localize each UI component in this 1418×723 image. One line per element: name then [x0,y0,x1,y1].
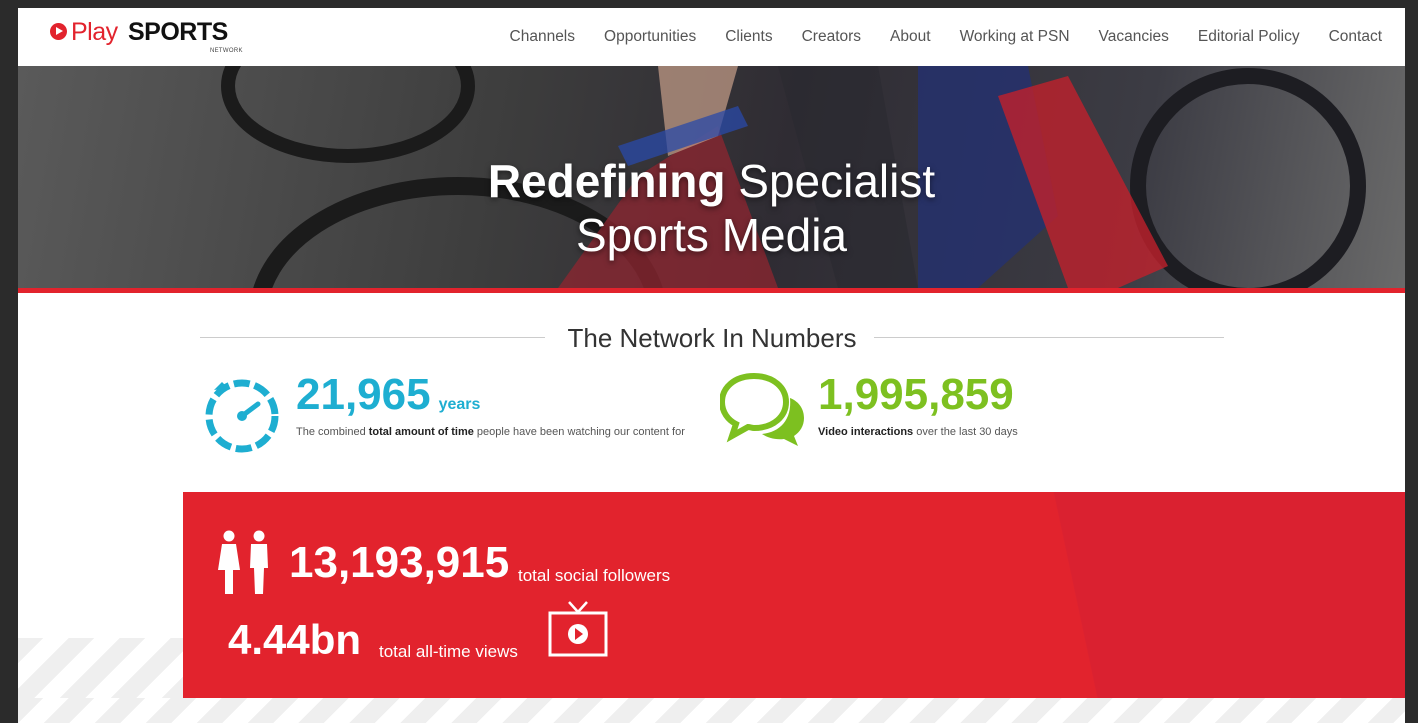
logo[interactable]: Play SPORTS NETWORK [48,18,242,58]
nav-creators[interactable]: Creators [802,28,861,46]
hero-title-light-1: Specialist [738,155,936,207]
views-value: 4.44bn [228,616,362,663]
nav-opportunities[interactable]: Opportunities [604,28,696,46]
people-icon [218,530,268,594]
nav-channels[interactable]: Channels [510,28,576,46]
nav-clients[interactable]: Clients [725,28,772,46]
nav-editorial-policy[interactable]: Editorial Policy [1198,28,1300,46]
followers-value: 13,193,915 [289,538,510,587]
site-header: Play SPORTS NETWORK Channels Opportuniti… [18,8,1405,66]
stats-red-band: 13,193,915 total social followers 4.44bn… [183,492,1405,698]
hero-title-bold: Redefining [487,155,726,207]
nav-contact[interactable]: Contact [1329,28,1382,46]
stat-inter-desc-post: over the last 30 days [913,426,1018,438]
main-nav: Channels Opportunities Clients Creators … [510,8,1405,66]
hero-title: Redefining Specialist Sports Media [18,154,1405,262]
nav-working-at-psn[interactable]: Working at PSN [960,28,1070,46]
stat-time-description: The combined total amount of time people… [296,423,686,442]
hero-banner: Redefining Specialist Sports Media [18,66,1405,288]
stat-inter-description: Video interactions over the last 30 days [818,423,1118,442]
section-title: The Network In Numbers [567,323,857,353]
followers-label: total social followers [518,566,671,585]
numbers-heading: The Network In Numbers [200,316,1224,356]
stat-time-unit: years [438,396,481,413]
stat-inter-value: 1,995,859 [818,370,1014,419]
stat-time-desc-pre: The combined [296,426,369,438]
stat-time-value-row: 21,965 years [296,370,480,420]
hero-divider [18,288,1405,293]
page: Play SPORTS NETWORK Channels Opportuniti… [18,8,1405,723]
logo-play-text: Play [71,18,118,46]
hero-title-light-2: Sports Media [575,209,847,261]
stat-time-value: 21,965 [296,370,431,419]
stat-time-desc-post: people have been watching our content fo… [473,426,685,438]
nav-vacancies[interactable]: Vacancies [1099,28,1169,46]
logo-sports-text: SPORTS [128,18,228,46]
nav-about[interactable]: About [890,28,931,46]
speech-bubbles-icon [720,372,804,446]
stat-time-desc-bold: total amount of time [368,426,474,438]
band-texture [1005,492,1405,698]
heading-rule-right [874,337,1224,338]
decorative-stripes-bottom [18,698,1405,723]
stat-inter-desc-bold: Video interactions [818,426,914,438]
play-icon [50,23,67,40]
stopwatch-icon [205,379,279,453]
tv-play-icon [548,601,608,657]
logo-network-text: NETWORK [210,48,243,54]
views-label: total all-time views [379,642,518,661]
